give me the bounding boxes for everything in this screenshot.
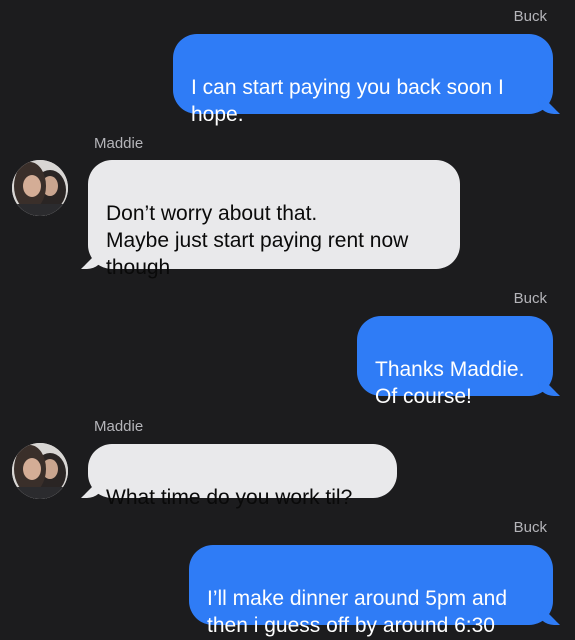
avatar-photo-icon <box>12 160 68 216</box>
sender-label-buck: Buck <box>513 290 547 307</box>
message-text: Thanks Maddie. Of course! <box>375 358 525 408</box>
message-text: What time do you work til? <box>106 486 353 509</box>
contact-avatar[interactable] <box>12 160 68 216</box>
sender-label-buck: Buck <box>513 519 547 536</box>
message-text: Don’t worry about that. Maybe just start… <box>106 202 409 279</box>
message-text: I’ll make dinner around 5pm and then i g… <box>207 587 508 637</box>
message-bubble-outgoing[interactable]: I’ll make dinner around 5pm and then i g… <box>189 545 567 637</box>
message-bubble-incoming[interactable]: What time do you work til? <box>74 444 397 509</box>
message-bubble-incoming[interactable]: Don’t worry about that. Maybe just start… <box>74 160 460 279</box>
message-bubble-outgoing[interactable]: Thanks Maddie. Of course! <box>357 316 567 408</box>
sender-label-buck: Buck <box>513 8 547 25</box>
contact-avatar[interactable] <box>12 443 68 499</box>
message-text: I can start paying you back soon I hope. <box>191 76 504 126</box>
avatar-photo-icon <box>12 443 68 499</box>
sender-label-maddie: Maddie <box>94 418 144 435</box>
message-bubble-outgoing[interactable]: I can start paying you back soon I hope. <box>173 34 567 126</box>
sender-label-maddie: Maddie <box>94 135 144 152</box>
